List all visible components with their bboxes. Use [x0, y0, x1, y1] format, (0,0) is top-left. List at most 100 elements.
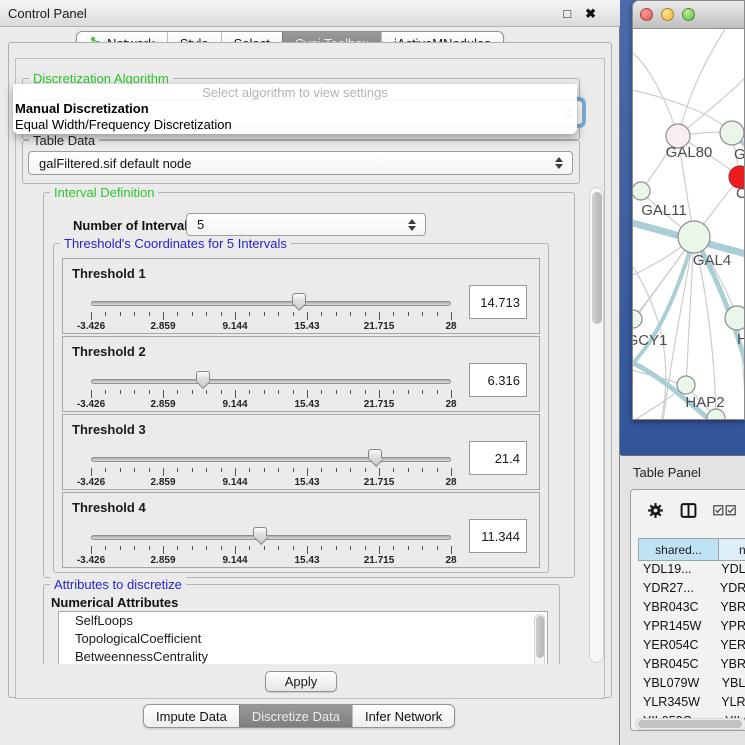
zoom-traffic-light-icon[interactable] [682, 8, 695, 21]
node-hap2[interactable] [677, 376, 695, 394]
slider-tick-labels: -3.4262.8599.14415.4321.71528 [91, 477, 451, 489]
threshold-2-box: Threshold 2 -3.4262.8599.14415.4321.7152… [62, 336, 540, 412]
select-columns-checkboxes-icon[interactable] [713, 505, 737, 516]
control-panel-title: Control Panel [8, 6, 87, 21]
table-row[interactable]: YBR045CYBR0 [639, 657, 745, 676]
threshold-label: Threshold 4 [72, 500, 146, 515]
combo-arrows-icon [408, 219, 416, 231]
threshold-label: Threshold 2 [72, 344, 146, 359]
control-panel: Control Panel □ ✖ NetworkStyleSelectCyni… [0, 0, 620, 745]
attributes-group-label: Attributes to discretize [50, 577, 186, 592]
table-row[interactable]: YDL19...YDL1 [639, 562, 745, 581]
interval-definition-group: Interval Definition Number of Intervals … [43, 192, 575, 578]
algorithm-option-manual[interactable]: Manual Discretization [13, 101, 577, 117]
node-label-gal11: GAL11 [641, 202, 687, 219]
table-row[interactable]: YBL079WYBL0 [639, 676, 745, 695]
table-data-combobox[interactable]: galFiltered.sif default node [28, 151, 573, 175]
attributes-group: Attributes to discretize Numerical Attri… [43, 584, 560, 664]
slider-ticks [91, 390, 451, 399]
slider-tick-labels: -3.4262.8599.14415.4321.71528 [91, 399, 451, 411]
table-row[interactable]: YLR345WYLR3 [639, 695, 745, 714]
number-of-intervals-combobox[interactable]: 5 [186, 213, 426, 236]
numerical-attributes-label: Numerical Attributes [51, 595, 178, 610]
tab-impute-data[interactable]: Impute Data [144, 705, 239, 727]
table-hscrollbar[interactable] [635, 718, 745, 730]
node-gcy1[interactable] [633, 310, 642, 328]
settings-scrollbar-thumb[interactable] [592, 192, 602, 324]
threshold-slider-track[interactable] [91, 535, 451, 540]
table-row[interactable]: YER054CYER0 [639, 638, 745, 657]
node-ga-partial[interactable] [720, 121, 744, 145]
threshold-slider-thumb[interactable] [196, 371, 210, 381]
threshold-slider-thumb[interactable] [253, 527, 267, 537]
number-of-intervals-value: 5 [197, 217, 204, 232]
minimize-traffic-light-icon[interactable] [661, 8, 674, 21]
node-label-gcy1: GCY1 [633, 332, 667, 349]
node-label-h-partial: H [737, 331, 745, 348]
network-canvas[interactable]: GAL80 GA C GAL11 GAL4 GCY1 H HAP2 [633, 29, 745, 419]
close-panel-icon[interactable]: ✖ [585, 6, 596, 22]
threshold-label: Threshold 3 [72, 422, 146, 437]
interval-definition-label: Interval Definition [50, 186, 158, 200]
table-panel-title: Table Panel [633, 465, 701, 480]
slider-ticks [91, 546, 451, 555]
table-row[interactable]: YBR043CYBR0 [639, 600, 745, 619]
node-label-ga-partial: GA [734, 146, 745, 163]
threshold-slider-thumb[interactable] [368, 449, 382, 459]
slider-tick-labels: -3.4262.8599.14415.4321.71528 [91, 321, 451, 333]
threshold-slider-track[interactable] [91, 457, 451, 462]
bottom-tab-bar: Impute DataDiscretize DataInfer Network [143, 704, 455, 728]
node-table: shared... n YDL19...YDL1YDR27...YDR2YBR0… [630, 489, 745, 731]
table-row[interactable]: YDR27...YDR2 [639, 581, 745, 600]
thresholds-group: Threshold's Coordinates for 5 Intervals … [53, 243, 549, 573]
algorithm-option-equal-width[interactable]: Equal Width/Frequency Discretization [13, 117, 577, 133]
slider-tick-labels: -3.4262.8599.14415.4321.71528 [91, 555, 451, 567]
node-h-partial[interactable] [725, 306, 745, 330]
close-traffic-light-icon[interactable] [640, 8, 653, 21]
combo-arrows-icon [555, 157, 563, 169]
node-label-gal4: GAL4 [693, 252, 731, 269]
threshold-4-box: Threshold 4 -3.4262.8599.14415.4321.7152… [62, 492, 540, 568]
column-header-name[interactable]: n [718, 538, 745, 561]
node-gal11[interactable] [633, 182, 650, 200]
attribute-item[interactable]: BetweennessCentrality [59, 648, 547, 664]
threshold-label: Threshold 1 [72, 266, 146, 281]
attribute-item[interactable]: TopologicalCoefficient [59, 630, 547, 648]
algorithm-dropdown-popup: Select algorithm to view settings Manual… [13, 84, 577, 134]
thresholds-group-label: Threshold's Coordinates for 5 Intervals [60, 236, 291, 251]
node-label-hap2: HAP2 [685, 394, 724, 411]
threshold-value-field[interactable]: 14.713 [469, 285, 527, 319]
network-window-titlebar [633, 1, 744, 29]
threshold-1-box: Threshold 1 -3.4262.8599.14415.4321.7152… [62, 258, 540, 334]
threshold-slider-track[interactable] [91, 379, 451, 384]
threshold-value-field[interactable]: 21.4 [469, 441, 527, 475]
threshold-value-field[interactable]: 11.344 [469, 519, 527, 553]
column-header-shared-name[interactable]: shared... [638, 538, 719, 561]
number-of-intervals-label: Number of Intervals [73, 218, 195, 233]
node-gal4[interactable] [678, 221, 710, 253]
slider-ticks [91, 312, 451, 321]
table-row[interactable]: YPR145WYPR1 [639, 619, 745, 638]
table-data-value: galFiltered.sif default node [39, 156, 191, 171]
control-panel-titlebar: Control Panel □ ✖ [0, 0, 620, 27]
column-view-icon[interactable] [680, 502, 697, 519]
threshold-slider-track[interactable] [91, 301, 451, 306]
float-window-icon[interactable]: □ [563, 6, 571, 21]
tab-infer-network[interactable]: Infer Network [352, 705, 454, 727]
settings-scrollbar[interactable] [589, 187, 604, 663]
attribute-item[interactable]: SelfLoops [59, 612, 547, 630]
algorithm-prompt: Select algorithm to view settings [13, 85, 577, 101]
slider-ticks [91, 468, 451, 477]
numerical-attributes-list[interactable]: SelfLoopsTopologicalCoefficientBetweenne… [58, 611, 548, 664]
threshold-value-field[interactable]: 6.316 [469, 363, 527, 397]
settings-scroll-viewport: Interval Definition Number of Intervals … [20, 186, 586, 664]
node-label-c-partial: C [736, 185, 745, 202]
network-graph: GAL80 GA C GAL11 GAL4 GCY1 H HAP2 [633, 29, 745, 419]
gear-icon[interactable] [647, 502, 664, 519]
attributes-scrollbar[interactable] [534, 614, 545, 664]
threshold-slider-thumb[interactable] [292, 293, 306, 303]
table-panel-section: Table Panel shared... [621, 455, 745, 745]
apply-button[interactable]: Apply [265, 671, 337, 692]
tab-discretize-data[interactable]: Discretize Data [239, 705, 352, 727]
table-data-label: Table Data [29, 133, 99, 148]
